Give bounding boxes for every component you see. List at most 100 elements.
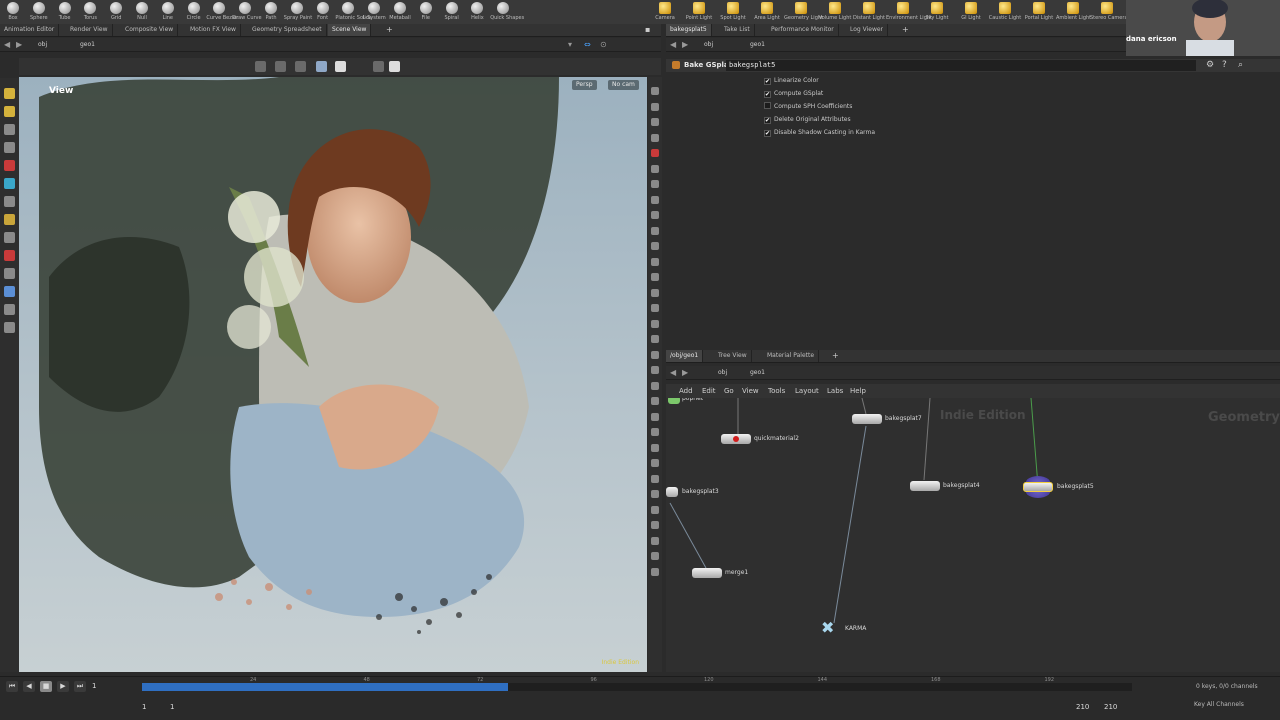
display-tool-icon-26[interactable] bbox=[651, 490, 659, 498]
display-tool-icon-12[interactable] bbox=[651, 273, 659, 281]
add-tab-plus-icon[interactable]: + bbox=[832, 350, 839, 362]
range-start-field-2[interactable]: 1 bbox=[170, 703, 174, 711]
shelf-light-4[interactable]: Geometry Light bbox=[784, 0, 823, 24]
shelf-tool-11[interactable]: Spray Paint bbox=[284, 0, 312, 24]
timeline-scrubber[interactable]: 24 48 72 96 120 144 168 192 bbox=[142, 677, 1132, 691]
menu-view[interactable]: View bbox=[742, 384, 759, 398]
menu-edit[interactable]: Edit bbox=[702, 384, 716, 398]
path-geo[interactable]: geo1 bbox=[750, 366, 765, 380]
shelf-tool-2[interactable]: Tube bbox=[52, 0, 78, 24]
shelf-tool-18[interactable]: Helix bbox=[464, 0, 490, 24]
left-tool-icon-6[interactable] bbox=[4, 196, 15, 207]
forward-arrow-icon[interactable]: ▶ bbox=[16, 38, 22, 52]
display-tool-icon-7[interactable] bbox=[651, 195, 659, 204]
tab-motion-fx-view[interactable]: Motion FX View bbox=[186, 24, 241, 36]
visibility-icon[interactable] bbox=[373, 61, 384, 72]
stop-icon[interactable]: ■ bbox=[40, 681, 52, 692]
display-tool-icon-30[interactable] bbox=[651, 552, 659, 560]
left-tool-icon-12[interactable] bbox=[4, 304, 15, 315]
add-tab-plus-icon[interactable]: + bbox=[902, 24, 909, 36]
shelf-light-11[interactable]: Portal Light bbox=[1022, 0, 1056, 24]
left-tool-icon-0[interactable] bbox=[4, 88, 15, 99]
node-name-field[interactable]: bakegsplat5 bbox=[726, 60, 1196, 71]
shelf-tool-0[interactable]: Box bbox=[0, 0, 26, 24]
tab-performance-monitor[interactable]: Performance Monitor bbox=[767, 24, 839, 36]
snap-icon[interactable] bbox=[316, 61, 327, 72]
display-tool-icon-8[interactable] bbox=[651, 211, 659, 219]
menu-help[interactable]: Help bbox=[850, 384, 866, 398]
tab-composite-view[interactable]: Composite View bbox=[121, 24, 179, 36]
persp-menu[interactable]: Persp bbox=[572, 80, 597, 90]
checkbox-icon[interactable]: ✔ bbox=[764, 78, 771, 85]
left-tool-icon-8[interactable] bbox=[4, 232, 15, 243]
display-options-icon[interactable] bbox=[295, 61, 306, 72]
path-obj[interactable]: obj bbox=[704, 38, 713, 52]
path-obj[interactable]: obj bbox=[38, 38, 47, 52]
jump-end-icon[interactable]: ⏭ bbox=[74, 681, 86, 692]
display-tool-icon-25[interactable] bbox=[651, 474, 659, 483]
shelf-tool-15[interactable]: Metaball bbox=[387, 0, 413, 24]
shelf-tool-9[interactable]: Draw Curve bbox=[232, 0, 262, 24]
display-tool-icon-1[interactable] bbox=[651, 102, 659, 111]
pane-menu-icon[interactable]: ▪ bbox=[645, 24, 650, 36]
left-tool-icon-1[interactable] bbox=[4, 106, 15, 117]
shelf-tool-12[interactable]: Font bbox=[310, 0, 336, 24]
display-tool-icon-22[interactable] bbox=[651, 428, 659, 436]
checkbox-icon[interactable]: ✔ bbox=[764, 130, 771, 137]
shelf-light-12[interactable]: Ambient Light bbox=[1056, 0, 1091, 24]
display-tool-icon-4[interactable] bbox=[651, 149, 659, 157]
checkbox-icon[interactable] bbox=[764, 102, 771, 109]
display-tool-icon-10[interactable] bbox=[651, 242, 659, 250]
checkbox-icon[interactable]: ✔ bbox=[764, 117, 771, 124]
left-tool-icon-9[interactable] bbox=[4, 250, 15, 261]
shelf-tool-4[interactable]: Grid bbox=[103, 0, 129, 24]
display-tool-icon-24[interactable] bbox=[651, 459, 659, 467]
tab-animation-editor[interactable]: Animation Editor bbox=[0, 24, 60, 36]
play-icon[interactable]: ▶ bbox=[57, 681, 69, 692]
display-tool-icon-11[interactable] bbox=[651, 257, 659, 266]
back-arrow-icon[interactable]: ◀ bbox=[670, 38, 676, 52]
shelf-tool-6[interactable]: Line bbox=[155, 0, 181, 24]
shelf-tool-1[interactable]: Sphere bbox=[26, 0, 52, 24]
shelf-light-5[interactable]: Volume Light bbox=[818, 0, 852, 24]
tab-network[interactable]: /obj/geo1 bbox=[666, 350, 704, 362]
param-linearize-color[interactable]: ✔ Linearize Color bbox=[764, 75, 819, 87]
shelf-light-6[interactable]: Distant Light bbox=[852, 0, 886, 24]
display-tool-icon-14[interactable] bbox=[651, 304, 659, 312]
select-mode-icon[interactable] bbox=[275, 61, 286, 72]
shelf-tool-19[interactable]: Quick Shapes bbox=[490, 0, 524, 24]
display-tool-icon-9[interactable] bbox=[651, 226, 659, 235]
display-tool-icon-27[interactable] bbox=[651, 505, 659, 514]
display-tool-icon-13[interactable] bbox=[651, 288, 659, 297]
tab-geometry-spreadsheet[interactable]: Geometry Spreadsheet bbox=[248, 24, 327, 36]
jump-start-icon[interactable]: ⏮ bbox=[6, 681, 18, 692]
shelf-tool-14[interactable]: L-System bbox=[361, 0, 387, 24]
param-compute-gsplat[interactable]: ✔ Compute GSplat bbox=[764, 88, 823, 100]
pin-icon[interactable]: ⇔ bbox=[584, 38, 591, 52]
display-tool-icon-29[interactable] bbox=[651, 536, 659, 545]
checkbox-icon[interactable]: ✔ bbox=[764, 91, 771, 98]
left-tool-icon-13[interactable] bbox=[4, 322, 15, 333]
shelf-light-3[interactable]: Area Light bbox=[750, 0, 784, 24]
display-tool-icon-6[interactable] bbox=[651, 180, 659, 188]
shelf-light-7[interactable]: Environment Light bbox=[886, 0, 932, 24]
menu-tools[interactable]: Tools bbox=[768, 384, 785, 398]
shelf-tool-16[interactable]: File bbox=[413, 0, 439, 24]
pin-toggle-icon[interactable]: ⊙ bbox=[600, 38, 607, 52]
display-tool-icon-0[interactable] bbox=[651, 87, 659, 95]
shelf-light-9[interactable]: GI Light bbox=[954, 0, 988, 24]
key-all-channels-button[interactable]: Key All Channels bbox=[1194, 701, 1244, 708]
left-tool-icon-2[interactable] bbox=[4, 124, 15, 135]
display-tool-icon-15[interactable] bbox=[651, 319, 659, 328]
select-arrow-icon[interactable] bbox=[255, 61, 266, 72]
tab-tree-view[interactable]: Tree View bbox=[714, 350, 752, 362]
left-tool-icon-3[interactable] bbox=[4, 142, 15, 153]
tab-scene-view[interactable]: Scene View bbox=[328, 24, 372, 36]
path-geo[interactable]: geo1 bbox=[80, 38, 95, 52]
step-back-icon[interactable]: ◀ bbox=[23, 681, 35, 692]
add-tab-plus-icon[interactable]: + bbox=[386, 24, 393, 36]
current-frame-field[interactable]: 1 bbox=[92, 682, 96, 690]
path-obj[interactable]: obj bbox=[718, 366, 727, 380]
tab-take-list[interactable]: Take List bbox=[720, 24, 755, 36]
menu-add[interactable]: Add bbox=[679, 384, 693, 398]
